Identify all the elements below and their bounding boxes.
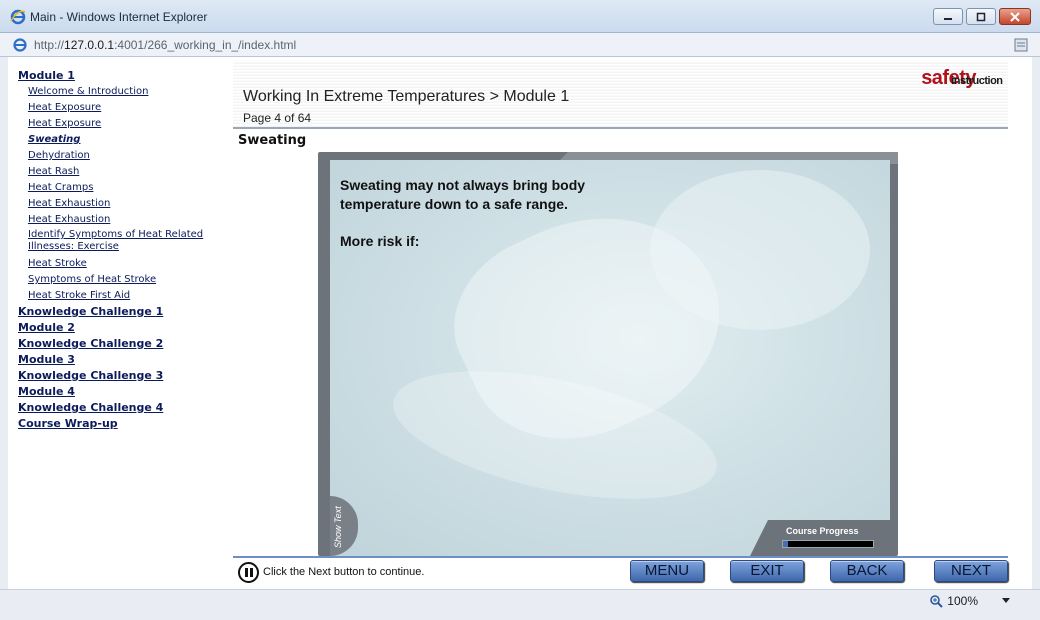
slide-text-line: More risk if: (340, 233, 420, 249)
status-bar: 100% (0, 589, 1040, 620)
address-bar[interactable]: http://127.0.0.1:4001/266_working_in_/in… (0, 33, 1040, 57)
slide-text: Sweating may not always bring body tempe… (340, 176, 585, 251)
url-host: 127.0.0.1 (64, 38, 115, 52)
nav-section-link[interactable]: Module 4 (18, 384, 233, 400)
menu-button[interactable]: MENU (630, 560, 704, 582)
back-button[interactable]: BACK (830, 560, 904, 582)
section-title: Sweating (238, 133, 307, 148)
window-title-bar: Main - Windows Internet Explorer (0, 0, 1040, 33)
nav-section-link[interactable]: Module 3 (18, 352, 233, 368)
course-header: safety instruction Working In Extreme Tem… (233, 61, 1008, 129)
nav-section-link[interactable]: Module 1 (18, 68, 233, 84)
compatibility-view-icon[interactable] (1014, 37, 1028, 53)
show-text-tab[interactable]: Show Text (330, 496, 358, 556)
course-title: Working In Extreme Temperatures > Module… (243, 88, 570, 105)
safetyinstruction-logo: safety instruction (921, 67, 1003, 90)
nav-page-link[interactable]: Heat Exposure (18, 100, 233, 116)
nav-section-link[interactable]: Knowledge Challenge 4 (18, 400, 233, 416)
course-progress-fill (783, 541, 789, 547)
nav-page-link[interactable]: Sweating (18, 132, 233, 148)
slide-text-line: temperature down to a safe range. (340, 196, 568, 212)
nav-page-link[interactable]: Symptoms of Heat Stroke (18, 272, 233, 288)
restore-icon (976, 12, 986, 21)
control-bar: Click the Next button to continue. MENU … (233, 556, 1008, 586)
slide-frame: Sweating may not always bring body tempe… (318, 152, 898, 556)
minimize-button[interactable] (933, 8, 963, 25)
zoom-level: 100% (947, 594, 978, 608)
instruction-text: Click the Next button to continue. (263, 566, 425, 578)
nav-page-link[interactable]: Heat Exhaustion (18, 212, 233, 228)
course-progress: Course Progress (750, 520, 890, 556)
window-title: Main - Windows Internet Explorer (30, 10, 208, 24)
zoom-icon (930, 595, 944, 608)
logo-instruction: instruction (951, 75, 1003, 87)
page-icon (13, 38, 27, 52)
url-prefix: http:// (34, 38, 65, 52)
chevron-down-icon[interactable] (1002, 598, 1010, 604)
nav-page-link[interactable]: Welcome & Introduction (18, 84, 233, 100)
nav-page-link[interactable]: Heat Stroke (18, 256, 233, 272)
url-text[interactable]: http://127.0.0.1:4001/266_working_in_/in… (34, 38, 296, 52)
course-progress-bar (782, 540, 874, 548)
close-icon (1010, 11, 1020, 22)
nav-page-link[interactable]: Heat Stroke First Aid (18, 288, 233, 304)
nav-page-link[interactable]: Dehydration (18, 148, 233, 164)
nav-page-link[interactable]: Identify Symptoms of Heat Related Illnes… (18, 228, 228, 256)
slide-background-image (650, 170, 870, 330)
minimize-icon (944, 17, 952, 20)
nav-section-link[interactable]: Module 2 (18, 320, 233, 336)
pause-button[interactable] (238, 562, 259, 583)
nav-page-link[interactable]: Heat Rash (18, 164, 233, 180)
url-path: :4001/266_working_in_/index.html (114, 38, 297, 52)
course-navigation: Module 1 Welcome & Introduction Heat Expos… (18, 68, 233, 432)
nav-section-link[interactable]: Knowledge Challenge 2 (18, 336, 233, 352)
slide-text-line: Sweating may not always bring body (340, 177, 586, 193)
course-progress-label: Course Progress (786, 526, 859, 536)
restore-button[interactable] (966, 8, 996, 25)
page-content: Module 1 Welcome & Introduction Heat Expos… (0, 57, 1040, 589)
internet-explorer-icon (10, 9, 26, 25)
page-count: Page 4 of 64 (243, 111, 312, 125)
close-button[interactable] (999, 8, 1031, 25)
nav-page-link[interactable]: Heat Cramps (18, 180, 233, 196)
nav-section-link[interactable]: Knowledge Challenge 1 (18, 304, 233, 320)
zoom-control[interactable]: 100% (929, 594, 1010, 608)
next-button[interactable]: NEXT (934, 560, 1008, 582)
nav-page-link[interactable]: Heat Exposure (18, 116, 233, 132)
show-text-label: Show Text (333, 506, 343, 548)
exit-button[interactable]: EXIT (730, 560, 804, 582)
nav-page-link[interactable]: Heat Exhaustion (18, 196, 233, 212)
slide-content: Sweating may not always bring body tempe… (330, 160, 890, 556)
nav-section-link[interactable]: Knowledge Challenge 3 (18, 368, 233, 384)
nav-section-link[interactable]: Course Wrap-up (18, 416, 233, 432)
